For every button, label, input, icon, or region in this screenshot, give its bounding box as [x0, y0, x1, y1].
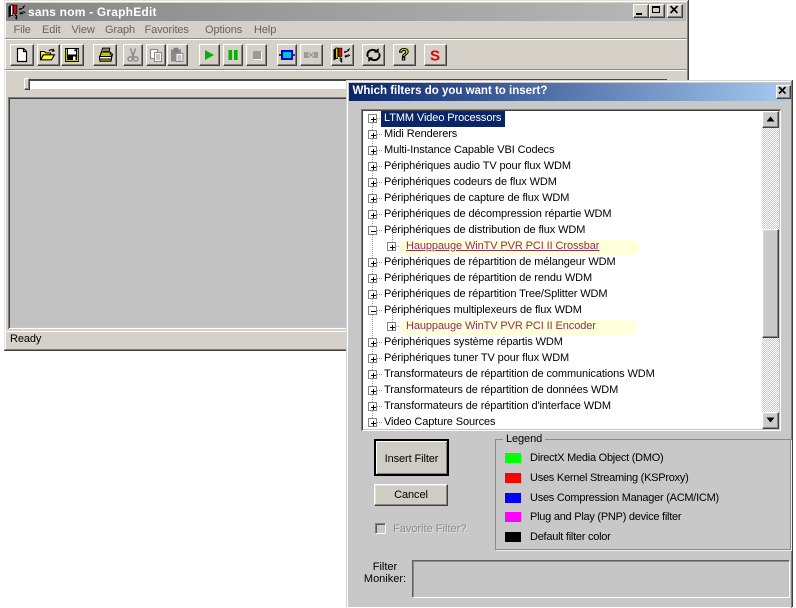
svg-text:?: ? — [399, 47, 409, 63]
svg-text:S: S — [430, 48, 440, 64]
